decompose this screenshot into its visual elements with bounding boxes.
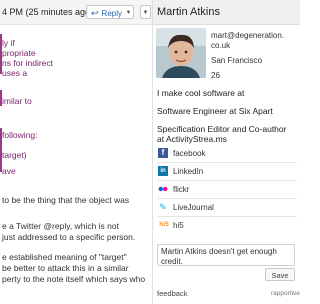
service-label: LinkedIn [173,167,204,176]
avatar-photo [156,28,206,78]
reply-arrow-icon: ↩ [91,8,99,18]
message-line: uses a [2,68,28,78]
chevron-down-icon[interactable]: ▼ [124,6,133,20]
email-line[interactable]: co.uk [211,41,230,50]
rapportive-logo[interactable]: rapportive [271,290,300,297]
message-line: ave [2,166,16,176]
service-label: flickr [173,185,190,194]
service-livejournal[interactable]: ✎ LiveJournal [157,200,297,217]
bio-line: Software Engineer at Six Apart [157,106,273,116]
age: 26 [211,71,220,80]
message-line: e established meaning of "target" [2,252,127,262]
service-hi5[interactable]: hi5 hi5 [157,218,297,234]
save-button[interactable]: Save [265,268,295,281]
message-line: to be the thing that the object was [2,195,130,205]
avatar [156,28,206,78]
linkedin-icon: in [158,166,168,176]
message-timestamp: 4 PM (25 minutes ago) [2,7,94,17]
service-linkedin[interactable]: in LinkedIn [157,164,297,181]
flickr-icon [158,184,168,194]
message-header: 4 PM (25 minutes ago) ↩ Reply ▼ ▼ [0,0,152,25]
location: San Francisco [211,56,263,65]
email-line[interactable]: mart@degeneration. [211,31,284,40]
service-label: hi5 [173,221,184,230]
bio-line: at ActivityStrea.ms [157,134,227,144]
service-flickr[interactable]: flickr [157,182,297,199]
service-label: LiveJournal [173,203,214,212]
feedback-link[interactable]: feedback [157,289,187,298]
contact-header: Martin Atkins [153,0,300,25]
livejournal-icon: ✎ [159,202,167,212]
message-line: e a Twitter @reply, which is not [2,221,119,231]
message-line: following: [2,130,38,140]
reply-label: Reply [101,9,122,18]
message-line: be better to attack this in a similar [2,263,129,273]
service-label: facebook [173,149,206,158]
message-line: target) [2,150,27,160]
message-line: propriate [2,48,36,58]
facebook-icon: f [158,148,168,158]
contact-sidebar: Martin Atkins mart@degeneration. co.uk S… [153,0,300,304]
message-line: imilar to [2,96,32,106]
message-pane: 4 PM (25 minutes ago) ↩ Reply ▼ ▼ ly if p… [0,0,152,304]
hi5-icon: hi5 [159,221,169,228]
contact-name: Martin Atkins [157,6,220,18]
more-options-button[interactable]: ▼ [140,5,151,19]
message-line: just addressed to a specific person. [2,232,136,242]
message-line: perty to the note itself which says who [2,274,146,284]
service-facebook[interactable]: f facebook [157,146,297,163]
reply-button[interactable]: ↩ Reply ▼ [86,5,134,19]
message-line: ly if [2,38,15,48]
contact-note-field[interactable]: Martin Atkins doesn't get enough credit. [157,244,295,266]
bio-line: I make cool software at [157,88,245,98]
message-line: ns for indirect [2,58,54,68]
